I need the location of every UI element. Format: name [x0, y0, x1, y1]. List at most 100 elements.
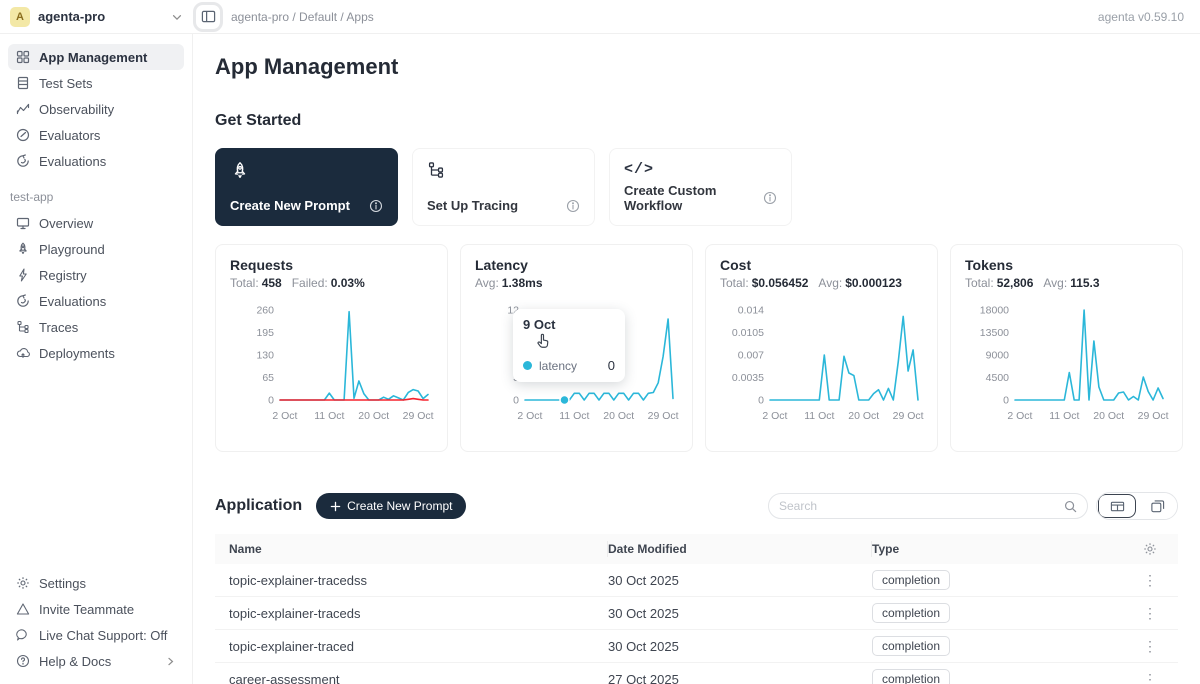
sidebar-item-label: Live Chat Support: Off [39, 628, 167, 643]
sidebar-item-test-sets[interactable]: Test Sets [8, 70, 184, 96]
type-badge: completion [872, 636, 950, 656]
sidebar-item-invite-teammate[interactable]: Invite Teammate [8, 596, 184, 622]
workspace-selector[interactable]: A agenta-pro [0, 7, 193, 27]
table-settings-gear[interactable] [1122, 542, 1178, 556]
breadcrumb[interactable]: agenta-pro / Default / Apps [231, 10, 374, 24]
sidebar-item-overview[interactable]: Overview [8, 210, 184, 236]
table-view-button[interactable] [1098, 494, 1136, 518]
chart-title: Latency [475, 257, 678, 273]
app-name-cell[interactable]: topic-explainer-traceds [215, 606, 608, 621]
chevron-down-icon[interactable] [171, 11, 183, 23]
svg-text:13500: 13500 [980, 327, 1009, 339]
sidebar-item-label: Settings [39, 576, 86, 591]
sidebar-item-deployments[interactable]: Deployments [8, 340, 184, 366]
info-icon[interactable] [763, 191, 777, 205]
svg-text:2 Oct: 2 Oct [1007, 410, 1032, 422]
sidebar-item-observability[interactable]: Observability [8, 96, 184, 122]
type-cell: completion [872, 603, 1122, 623]
svg-text:0.0105: 0.0105 [732, 327, 764, 339]
kebab-menu-icon[interactable]: ⋮ [1143, 671, 1157, 684]
type-badge: completion [872, 669, 950, 684]
date-modified-cell: 30 Oct 2025 [608, 639, 872, 654]
sidebar-item-playground[interactable]: Playground [8, 236, 184, 262]
sidebar-item-label: Traces [39, 320, 78, 335]
type-badge: completion [872, 570, 950, 590]
column-header-type[interactable]: Type [872, 541, 1122, 557]
create-new-prompt-card[interactable]: Create New Prompt [215, 148, 398, 226]
card-label: Set Up Tracing [427, 198, 518, 213]
info-icon[interactable] [369, 199, 383, 213]
create-custom-workflow-card[interactable]: </> Create Custom Workflow [609, 148, 792, 226]
requests-line-chart[interactable]: 0651301952602 Oct11 Oct20 Oct29 Oct [230, 298, 435, 426]
sidebar-item-label: Test Sets [39, 76, 92, 91]
svg-text:20 Oct: 20 Oct [358, 410, 389, 422]
sidebar-item-traces[interactable]: Traces [8, 314, 184, 340]
row-actions[interactable]: ⋮ [1122, 638, 1178, 655]
tokens-line-chart[interactable]: 04500900013500180002 Oct11 Oct20 Oct29 O… [965, 298, 1170, 426]
app-name-cell[interactable]: career-assessment [215, 672, 608, 684]
monitor-icon [16, 216, 30, 230]
kebab-menu-icon[interactable]: ⋮ [1143, 605, 1157, 622]
table-row[interactable]: topic-explainer-tracedss30 Oct 2025compl… [215, 564, 1178, 597]
sidebar-item-label: Evaluations [39, 154, 106, 169]
app-name-cell[interactable]: topic-explainer-tracedss [215, 573, 608, 588]
column-header-name[interactable]: Name [215, 541, 608, 557]
tree-icon [16, 320, 30, 334]
svg-text:0: 0 [1003, 395, 1009, 407]
sidebar-item-evaluations-app[interactable]: Evaluations [8, 288, 184, 314]
row-actions[interactable]: ⋮ [1122, 671, 1178, 684]
create-new-prompt-button[interactable]: Create New Prompt [316, 493, 466, 519]
row-actions[interactable]: ⋮ [1122, 605, 1178, 622]
sidebar-item-app-management[interactable]: App Management [8, 44, 184, 70]
plus-icon [330, 501, 341, 512]
row-actions[interactable]: ⋮ [1122, 572, 1178, 589]
svg-text:20 Oct: 20 Oct [1093, 410, 1124, 422]
sidebar-item-label: Invite Teammate [39, 602, 134, 617]
chevron-right-icon [165, 656, 176, 667]
date-modified-cell: 30 Oct 2025 [608, 606, 872, 621]
sidebar-item-live-chat[interactable]: Live Chat Support: Off [8, 622, 184, 648]
table-row[interactable]: career-assessment27 Oct 2025completion⋮ [215, 663, 1178, 684]
sidebar-item-label: App Management [39, 50, 147, 65]
grid-icon [16, 50, 30, 64]
type-cell: completion [872, 570, 1122, 590]
svg-text:65: 65 [262, 372, 274, 384]
cost-line-chart[interactable]: 00.00350.0070.01050.0142 Oct11 Oct20 Oct… [720, 298, 925, 426]
search-input[interactable] [779, 499, 1064, 513]
card-view-button[interactable] [1137, 493, 1177, 519]
series-dot [523, 361, 532, 370]
sidebar-item-registry[interactable]: Registry [8, 262, 184, 288]
latency-tooltip: 9 Oct latency 0 [513, 309, 625, 382]
sidebar-collapse-button[interactable] [193, 2, 223, 32]
sidebar-item-evaluators[interactable]: Evaluators [8, 122, 184, 148]
table-row[interactable]: topic-explainer-traced30 Oct 2025complet… [215, 630, 1178, 663]
cost-chart-card: Cost Total:$0.056452 Avg:$0.000123 00.00… [705, 244, 938, 452]
set-up-tracing-card[interactable]: Set Up Tracing [412, 148, 595, 226]
search-icon[interactable] [1064, 500, 1077, 513]
get-started-heading: Get Started [215, 112, 1178, 130]
sidebar-item-label: Evaluators [39, 128, 100, 143]
svg-text:260: 260 [256, 305, 274, 317]
sidebar-item-settings[interactable]: Settings [8, 570, 184, 596]
svg-text:0: 0 [513, 395, 519, 407]
kebab-menu-icon[interactable]: ⋮ [1143, 638, 1157, 655]
sidebar-item-label: Observability [39, 102, 114, 117]
app-name-cell[interactable]: topic-explainer-traced [215, 639, 608, 654]
sidebar-item-evaluations[interactable]: Evaluations [8, 148, 184, 174]
info-icon[interactable] [566, 199, 580, 213]
table-row[interactable]: topic-explainer-traceds30 Oct 2025comple… [215, 597, 1178, 630]
kebab-menu-icon[interactable]: ⋮ [1143, 572, 1157, 589]
requests-chart-card: Requests Total:458 Failed:0.03% 06513019… [215, 244, 448, 452]
sidebar-item-label: Playground [39, 242, 105, 257]
table-body: topic-explainer-tracedss30 Oct 2025compl… [215, 564, 1178, 684]
sidebar-item-help-docs[interactable]: Help & Docs [8, 648, 184, 674]
table-icon [16, 76, 30, 90]
svg-text:29 Oct: 29 Oct [893, 410, 924, 422]
sidebar-item-label: Help & Docs [39, 654, 111, 669]
search-box[interactable] [768, 493, 1088, 519]
invite-icon [16, 602, 30, 616]
column-header-date-modified[interactable]: Date Modified [608, 541, 872, 557]
card-label: Create New Prompt [230, 198, 350, 213]
application-heading: Application [215, 497, 302, 515]
card-label: Create Custom Workflow [624, 183, 763, 213]
